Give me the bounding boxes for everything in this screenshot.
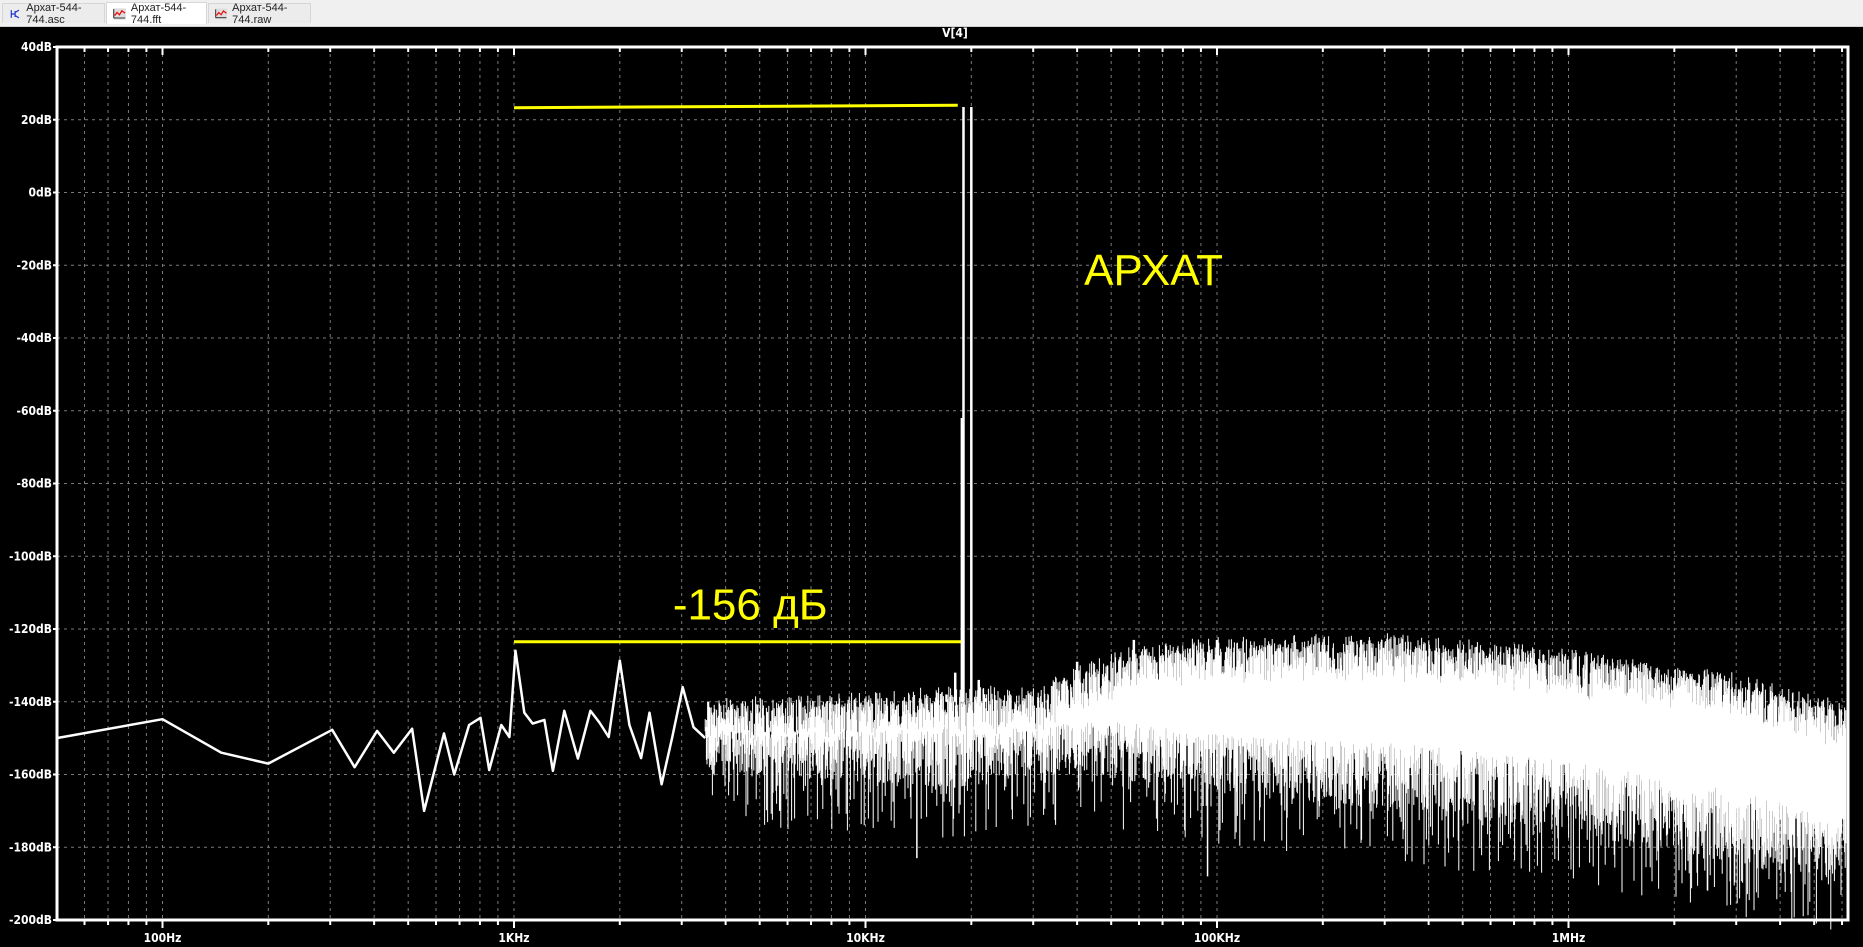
fft-plot[interactable]: V[4] 40dB 20dB 0dB -20dB -40dB -60dB -80dB -100… [0, 27, 1863, 947]
tab-asc[interactable]: Архат-544-744.asc [2, 1, 105, 26]
y-tick-label: -100dB [9, 549, 52, 563]
y-tick-label: -140dB [9, 695, 52, 709]
y-tick-label: 0dB [29, 186, 52, 200]
x-tick-label: 1MHz [1552, 931, 1586, 945]
document-tab-bar: Архат-544-744.asc Архат-544-744.fft Арха… [0, 0, 1863, 27]
waveform-icon [113, 7, 126, 20]
y-tick-label: -60dB [17, 404, 52, 418]
y-tick-label: -40dB [17, 331, 52, 345]
y-tick-label: -200dB [9, 913, 52, 927]
waveform-icon [215, 8, 228, 19]
y-tick-label: -20dB [17, 258, 52, 272]
y-tick-label: 20dB [21, 113, 52, 127]
annotation-level-text: -156 дБ [673, 581, 828, 630]
tab-label: Архат-544-744.asc [26, 1, 82, 26]
x-tick-label: 10KHz [846, 931, 885, 945]
y-tick-label: -160dB [9, 768, 52, 782]
tab-label: Архат-544-744.raw [232, 1, 288, 26]
y-tick-label: -80dB [17, 477, 52, 491]
tab-raw[interactable]: Архат-544-744.raw [208, 1, 311, 26]
schematic-icon [10, 9, 20, 18]
y-tick-label: -120dB [9, 622, 52, 636]
x-tick-label: 1KHz [498, 931, 529, 945]
y-tick-label: 40dB [21, 40, 52, 54]
x-tick-label: 100Hz [144, 931, 182, 945]
tab-label: Архат-544-744.fft [130, 1, 187, 26]
y-tick-label: -180dB [9, 840, 52, 854]
tab-fft[interactable]: Архат-544-744.fft [106, 1, 207, 26]
plot-title: V[4] [942, 27, 968, 40]
annotation-name-text: АРХАТ [1084, 246, 1223, 295]
x-tick-label: 100KHz [1194, 931, 1240, 945]
plot-background [0, 27, 1863, 947]
